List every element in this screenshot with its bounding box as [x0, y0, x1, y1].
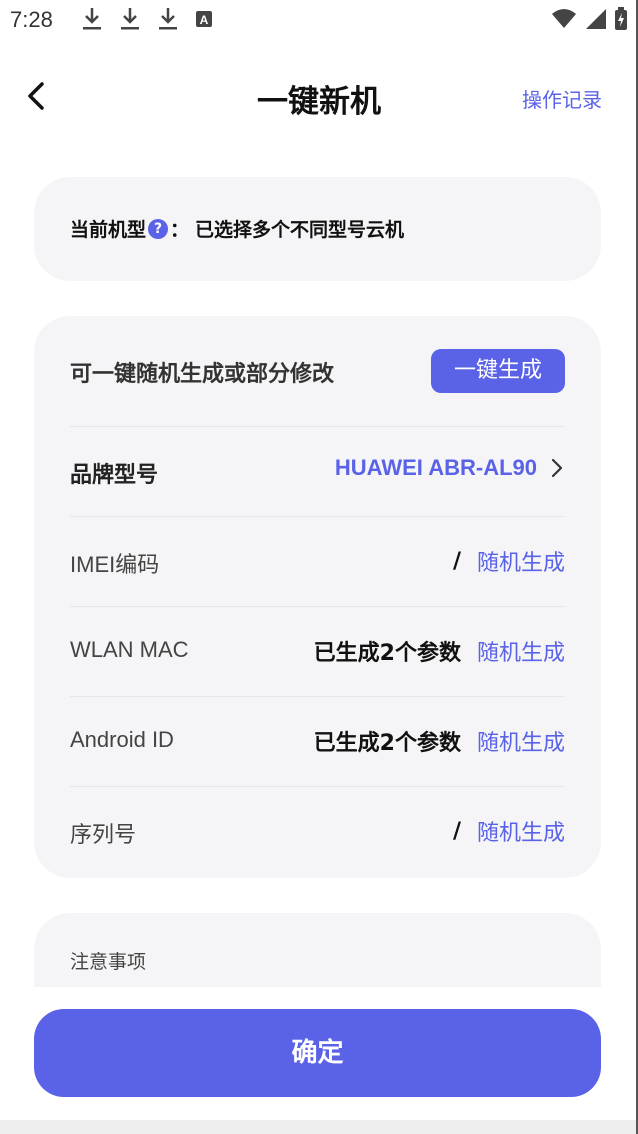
status-notification-icons: A: [80, 6, 218, 32]
param-row-imei: IMEI编码 / 随机生成: [70, 516, 565, 606]
random-generate-button[interactable]: 随机生成: [477, 815, 565, 847]
confirm-button[interactable]: 确定: [34, 1009, 601, 1097]
param-label: Android ID: [70, 727, 174, 752]
param-row-brand-model[interactable]: 品牌型号 HUAWEI ABR-AL90: [70, 426, 565, 516]
current-model-line: 当前机型 ? ： 已选择多个不同型号云机: [70, 215, 404, 242]
download-icon: [156, 6, 180, 32]
status-bar: 7:28 A: [0, 0, 638, 40]
current-model-separator: ：: [170, 219, 190, 241]
nav-bar: 一键新机 操作记录: [0, 62, 638, 132]
download-icon: [80, 6, 104, 32]
operation-history-link[interactable]: 操作记录: [522, 84, 602, 113]
brand-model-value: HUAWEI ABR-AL90: [334, 455, 537, 480]
help-icon[interactable]: ?: [148, 218, 169, 239]
battery-icon: [614, 6, 628, 36]
param-row-android-id: Android ID 已生成2个参数 随机生成: [70, 696, 565, 786]
random-generate-button[interactable]: 随机生成: [477, 545, 565, 577]
notes-title: 注意事项: [70, 951, 147, 973]
param-label: WLAN MAC: [70, 637, 189, 662]
param-value: /: [452, 548, 461, 574]
current-model-label: 当前机型: [70, 219, 147, 241]
generate-all-button[interactable]: 一键生成: [431, 349, 565, 393]
params-description: 可一键随机生成或部分修改: [70, 362, 335, 387]
status-time: 7:28: [10, 7, 53, 32]
status-system-icons: [550, 6, 628, 36]
param-value: /: [452, 818, 461, 844]
param-right: / 随机生成: [453, 545, 565, 577]
param-right: 已生成2个参数 随机生成: [314, 725, 565, 757]
random-generate-button[interactable]: 随机生成: [477, 725, 565, 757]
param-label: IMEI编码: [70, 552, 160, 577]
param-label: 序列号: [70, 822, 137, 847]
param-label: 品牌型号: [70, 463, 159, 488]
random-generate-button[interactable]: 随机生成: [477, 635, 565, 667]
param-right: 已生成2个参数 随机生成: [314, 635, 565, 667]
current-model-value: 已选择多个不同型号云机: [195, 219, 405, 241]
chevron-right-icon: [551, 458, 563, 478]
params-card: 可一键随机生成或部分修改 一键生成 品牌型号 HUAWEI ABR-AL90 I…: [34, 316, 601, 878]
param-row-serial-number: 序列号 / 随机生成: [70, 786, 565, 876]
param-value: 已生成2个参数: [313, 641, 461, 666]
keyboard-a-icon: A: [194, 6, 218, 32]
params-header: 可一键随机生成或部分修改 一键生成: [70, 348, 565, 394]
params-list: 品牌型号 HUAWEI ABR-AL90 IMEI编码 / 随机生成 WLAN …: [70, 426, 565, 876]
param-value: 已生成2个参数: [313, 731, 461, 756]
download-icon: [118, 6, 142, 32]
param-right: HUAWEI ABR-AL90: [335, 455, 565, 481]
svg-text:A: A: [200, 13, 209, 27]
param-row-wlan-mac: WLAN MAC 已生成2个参数 随机生成: [70, 606, 565, 696]
param-right: / 随机生成: [453, 815, 565, 847]
signal-icon: [584, 6, 608, 36]
bottom-edge: [0, 1120, 638, 1134]
notes-card: 注意事项: [34, 913, 601, 987]
wifi-icon: [550, 6, 578, 36]
current-model-card: 当前机型 ? ： 已选择多个不同型号云机: [34, 177, 601, 281]
